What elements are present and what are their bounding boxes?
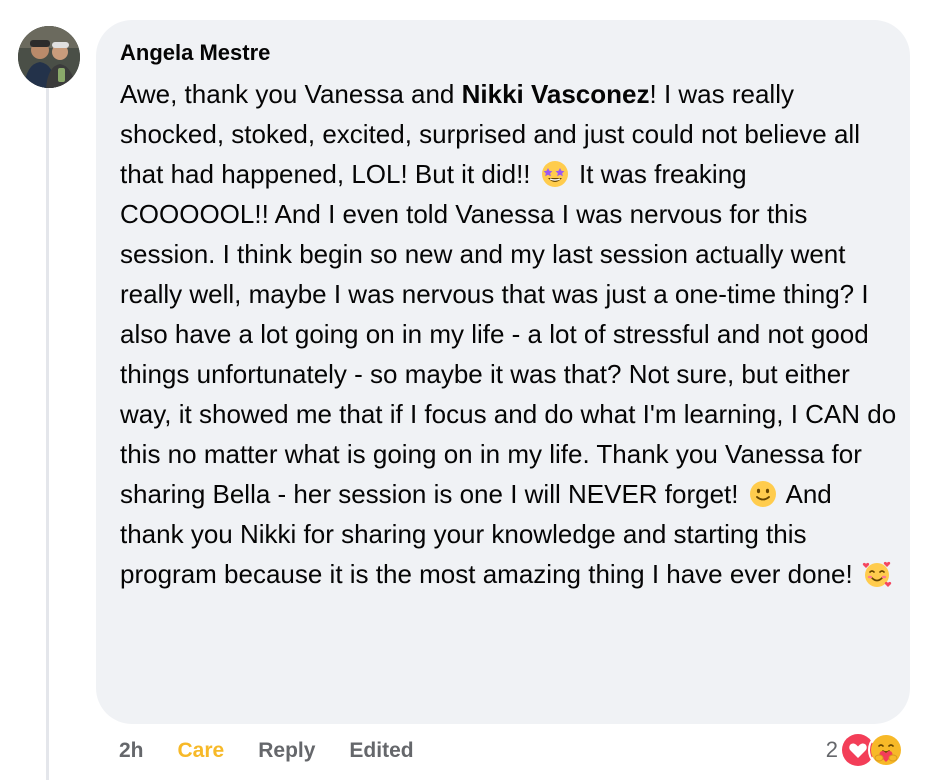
comment-bubble: Angela Mestre Awe, thank you Vanessa and… — [96, 20, 910, 724]
slightly-smiling-face-emoji-icon — [748, 479, 778, 509]
mention-link[interactable]: Nikki Vasconez — [462, 79, 650, 109]
comment-text-part: Awe, thank you Vanessa and — [120, 79, 462, 109]
reply-button[interactable]: Reply — [258, 739, 315, 763]
smiling-face-with-hearts-emoji-icon — [862, 559, 892, 589]
avatar[interactable] — [18, 26, 80, 88]
thread-line — [46, 88, 49, 780]
comment-text: Awe, thank you Vanessa and Nikki Vascone… — [120, 74, 900, 594]
reaction-count: 2 — [825, 737, 838, 762]
comment-actions: 2h Care Reply Edited — [119, 736, 448, 766]
care-reaction-icon — [868, 732, 904, 768]
reaction-summary[interactable]: 2 — [825, 732, 904, 768]
edited-label[interactable]: Edited — [349, 739, 413, 763]
star-struck-emoji-icon — [540, 159, 570, 189]
comment-thread: Angela Mestre Awe, thank you Vanessa and… — [0, 0, 930, 780]
timestamp-link[interactable]: 2h — [119, 739, 144, 763]
care-button[interactable]: Care — [178, 739, 225, 763]
comment-author[interactable]: Angela Mestre — [120, 40, 892, 66]
comment-text-part: It was freaking COOOOOL!! And I even tol… — [120, 159, 897, 509]
